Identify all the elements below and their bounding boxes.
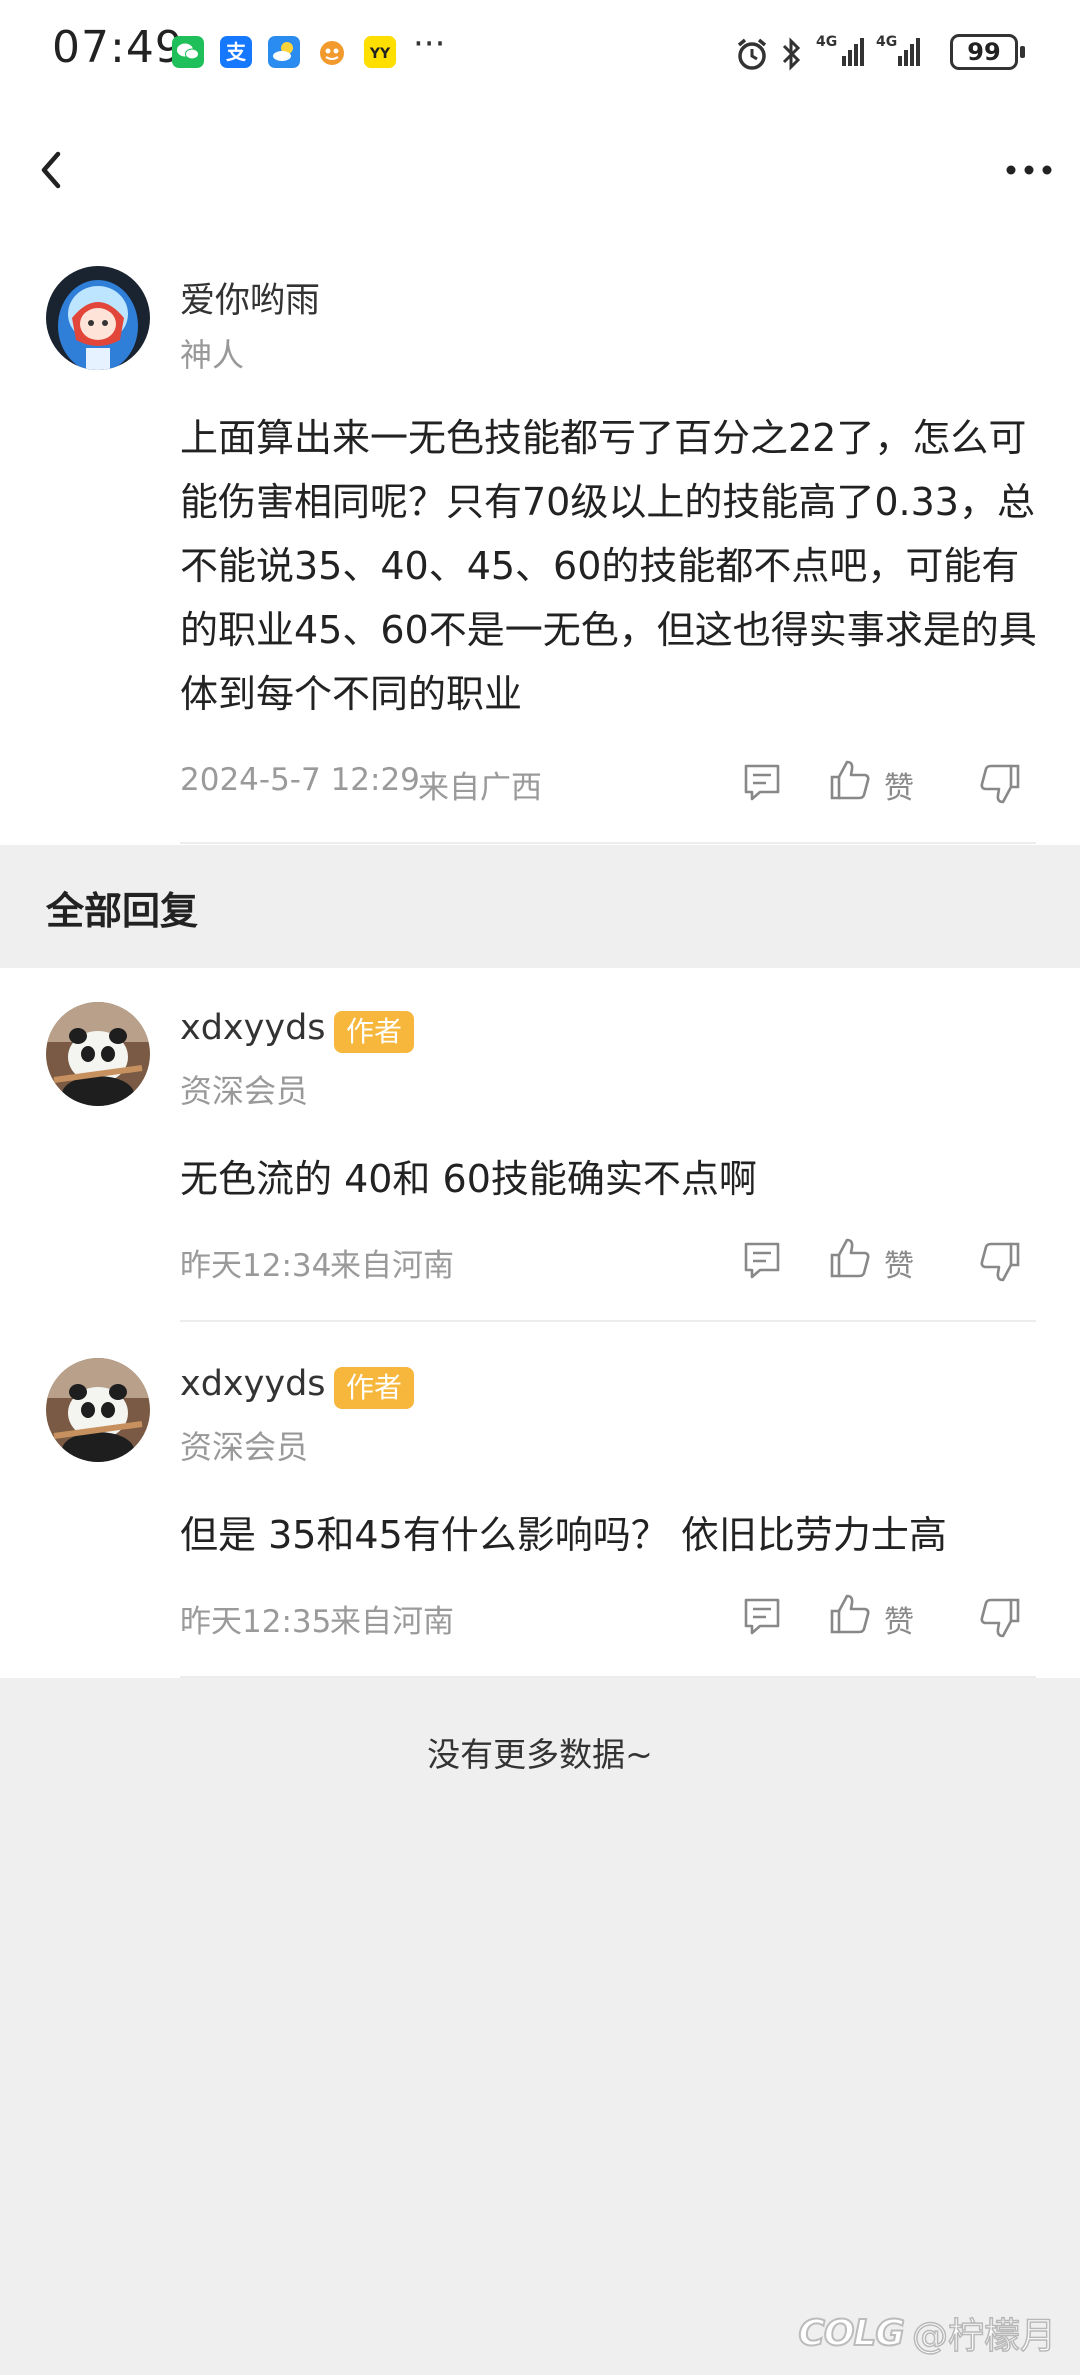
reply-location: 来自河南	[330, 1604, 454, 1640]
watermark: COLG @柠檬月	[797, 2308, 1057, 2358]
reply-text: 无色流的 40和 60技能确实不点啊	[180, 1157, 757, 1201]
alipay-icon: 支	[220, 36, 252, 68]
chevron-left-icon[interactable]	[34, 148, 70, 192]
author-name[interactable]: xdxyyds	[180, 1364, 326, 1404]
author-name[interactable]: 爱你哟雨	[180, 272, 320, 323]
colg-logo: COLG	[797, 2312, 906, 2355]
avatar[interactable]	[46, 1002, 150, 1106]
like-label[interactable]: 赞	[884, 1597, 914, 1641]
more-dots-icon[interactable]	[1004, 160, 1054, 180]
divider	[180, 1320, 1036, 1322]
wechat-icon	[172, 36, 204, 68]
thumbs-up-icon[interactable]	[828, 1592, 872, 1636]
avatar[interactable]	[46, 1358, 150, 1462]
thumbs-up-icon[interactable]	[828, 1236, 872, 1280]
thumbs-down-icon[interactable]	[978, 762, 1022, 806]
weather-app-icon	[268, 36, 300, 68]
alarm-icon	[734, 36, 770, 80]
signal-bars-2-icon	[898, 38, 920, 66]
reply-text: 但是 35和45有什么影响吗？ 依旧比劳力士高	[180, 1513, 947, 1557]
author-title: 资深会员	[180, 1072, 309, 1110]
more-notifications-icon: ···	[413, 24, 446, 64]
reply-location: 来自河南	[330, 1248, 454, 1284]
thumbs-down-icon[interactable]	[978, 1596, 1022, 1640]
yy-app-icon: YY	[364, 36, 396, 68]
author-title: 资深会员	[180, 1428, 309, 1466]
author-badge: 作者	[334, 1367, 415, 1409]
avatar[interactable]	[46, 266, 150, 370]
reply-icon[interactable]	[740, 1238, 784, 1282]
reply-icon[interactable]	[740, 760, 784, 804]
battery-tip	[1020, 46, 1025, 58]
svg-text:支: 支	[226, 40, 247, 64]
author-badge: 作者	[334, 1011, 415, 1053]
svg-text:YY: YY	[369, 46, 391, 62]
comment-text: 上面算出来一无色技能都亏了百分之22了，怎么可能伤害相同呢？只有70级以上的技能…	[180, 416, 1037, 716]
author-name[interactable]: xdxyyds	[180, 1008, 326, 1048]
thumbs-down-icon[interactable]	[978, 1240, 1022, 1284]
thumbs-up-icon[interactable]	[828, 758, 872, 802]
signal-bars-1-icon	[842, 38, 864, 66]
divider	[180, 1676, 1036, 1678]
like-label[interactable]: 赞	[884, 763, 914, 807]
reply-time: 昨天12:34	[180, 1248, 332, 1284]
reply-time: 昨天12:35	[180, 1604, 332, 1640]
comment-location: 来自广西	[418, 770, 542, 806]
battery-icon: 99	[950, 34, 1018, 70]
no-more-data-text: 没有更多数据~	[427, 1735, 653, 1774]
divider	[180, 842, 1036, 844]
watermark-text: @柠檬月	[911, 2315, 1057, 2358]
comment-time: 2024-5-7 12:29	[180, 762, 420, 798]
game-app-icon	[316, 36, 348, 68]
section-title: 全部回复	[46, 889, 199, 933]
bluetooth-icon	[780, 36, 804, 80]
like-label[interactable]: 赞	[884, 1241, 914, 1285]
status-bar: 07:49 支 YY ··· 4G 4G 99	[0, 0, 1080, 100]
reply-icon[interactable]	[740, 1594, 784, 1638]
author-title: 神人	[180, 336, 245, 374]
replies-card	[0, 968, 1080, 1678]
status-time: 07:49	[52, 22, 184, 73]
